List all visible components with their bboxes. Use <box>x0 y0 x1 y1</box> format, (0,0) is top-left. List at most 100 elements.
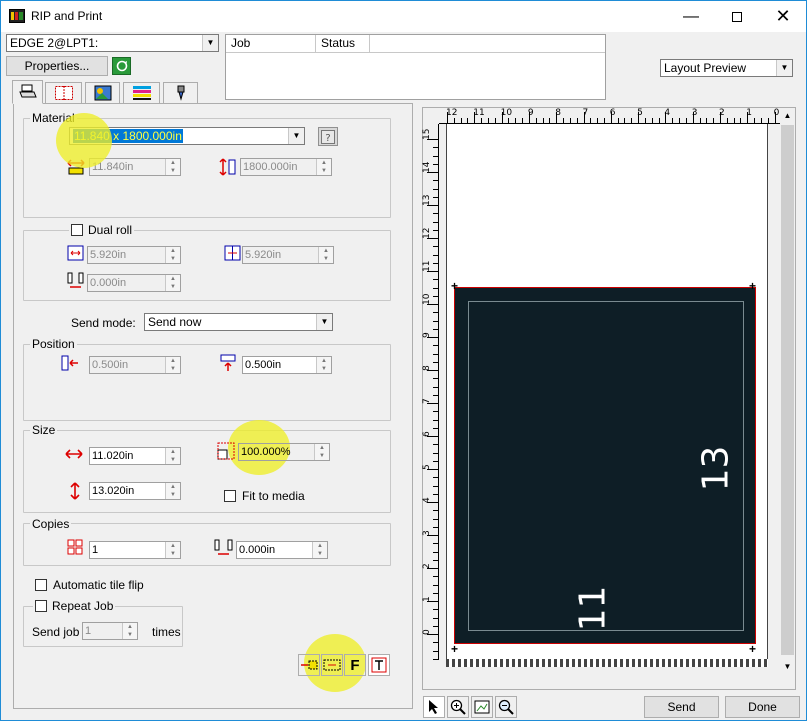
size-scale-field[interactable]: 100.000% ▲ ▼ <box>238 443 330 461</box>
tab-layout[interactable] <box>45 82 82 103</box>
spinner-arrows[interactable]: ▲ ▼ <box>165 483 180 499</box>
send-mode-value: Send now <box>148 315 202 329</box>
tab-printer[interactable] <box>12 80 43 104</box>
size-height-field[interactable]: 13.020in ▲ ▼ <box>89 482 181 500</box>
repeat-job-checkbox[interactable] <box>35 600 47 612</box>
scale-icon <box>217 442 235 460</box>
copies-count-field[interactable]: 1 ▲ ▼ <box>89 541 181 559</box>
column-header-status[interactable]: Status <box>316 35 370 53</box>
size-width-value: 11.020in <box>92 450 134 462</box>
ruler-tick-mark <box>433 312 438 314</box>
scroll-up-arrow-icon[interactable]: ▲ <box>780 108 795 123</box>
material-help-button[interactable]: ? <box>318 127 338 146</box>
copies-label: Copies <box>30 517 72 531</box>
font-button[interactable]: F <box>344 654 366 676</box>
ruler-tick-mark <box>433 229 438 231</box>
column-header-job[interactable]: Job <box>226 35 316 53</box>
device-status-button[interactable] <box>112 57 131 75</box>
center-media-icon <box>323 659 341 671</box>
ruler-tick-mark <box>665 112 667 123</box>
roll-right-value: 5.920in <box>245 249 282 261</box>
scroll-thumb[interactable] <box>781 125 794 655</box>
position-y-field[interactable]: 0.500in ▲ ▼ <box>242 356 332 374</box>
roll-gap-field[interactable]: 0.000in ▲ ▼ <box>87 274 181 292</box>
ruler-tick-mark <box>427 238 438 239</box>
align-center-button[interactable] <box>321 654 343 676</box>
align-left-button[interactable] <box>298 654 320 676</box>
job-queue-list[interactable]: Job Status <box>225 34 606 100</box>
preview-mode-select[interactable]: Layout Preview ▼ <box>660 59 793 77</box>
size-group <box>23 430 391 513</box>
fit-page-button[interactable] <box>471 696 493 718</box>
preview-mode-value: Layout Preview <box>664 61 747 75</box>
ruler-tick-mark <box>685 118 687 123</box>
spinner-arrows[interactable]: ▲ ▼ <box>122 623 137 639</box>
ruler-tick-mark <box>433 378 438 380</box>
svg-text:?: ? <box>325 133 330 144</box>
tab-cutter[interactable] <box>163 82 198 103</box>
close-button[interactable]: ✕ <box>760 1 806 32</box>
highlight-marker <box>56 113 112 168</box>
ruler-tick-mark <box>427 634 438 635</box>
repeat-count-field[interactable]: 1 ▲ ▼ <box>82 622 138 640</box>
ruler-tick-mark <box>433 510 438 512</box>
select-tool-button[interactable] <box>423 696 445 718</box>
position-label: Position <box>30 337 77 351</box>
ruler-tick-mark <box>542 118 544 123</box>
ruler-tick-mark <box>433 584 438 586</box>
properties-button[interactable]: Properties... <box>6 56 108 76</box>
roll-left-field[interactable]: 5.920in ▲ ▼ <box>87 246 181 264</box>
ruler-tick-mark <box>433 345 438 347</box>
ruler-tick-mark <box>760 118 762 123</box>
tab-image[interactable] <box>85 82 120 103</box>
ruler-tick-mark <box>692 112 694 123</box>
scroll-down-arrow-icon[interactable]: ▼ <box>780 659 795 674</box>
copies-spacing-field[interactable]: 0.000in ▲ ▼ <box>236 541 328 559</box>
spinner-arrows[interactable]: ▲ ▼ <box>165 448 180 464</box>
spinner-arrows[interactable]: ▲ ▼ <box>165 247 180 263</box>
ruler-tick-mark <box>433 180 438 182</box>
tab-color[interactable] <box>123 82 160 103</box>
chevron-down-icon: ▼ <box>316 314 332 330</box>
size-width-field[interactable]: 11.020in ▲ ▼ <box>89 447 181 465</box>
ruler-tick-mark <box>740 118 742 123</box>
job-preview[interactable]: 11 13 <box>454 287 756 644</box>
zoom-out-button[interactable] <box>495 696 517 718</box>
maximize-button[interactable] <box>714 1 760 32</box>
send-mode-select[interactable]: Send now ▼ <box>144 313 333 331</box>
spinner-arrows[interactable]: ▲ ▼ <box>165 542 180 558</box>
spinner-arrows[interactable]: ▲ ▼ <box>165 357 180 373</box>
auto-tile-flip-checkbox[interactable] <box>35 579 47 591</box>
printer-select[interactable]: EDGE 2@LPT1: ▼ <box>6 34 219 52</box>
done-button[interactable]: Done <box>725 696 800 718</box>
zoom-out-icon <box>498 699 514 715</box>
minimize-icon: — <box>683 7 699 25</box>
spinner-arrows[interactable]: ▲ ▼ <box>314 444 329 460</box>
dual-roll-checkbox[interactable] <box>71 224 83 236</box>
spinner-arrows[interactable]: ▲ ▼ <box>316 357 331 373</box>
position-x-field[interactable]: 0.500in ▲ ▼ <box>89 356 181 374</box>
vertical-scrollbar[interactable]: ▲ ▼ <box>780 108 795 674</box>
spinner-arrows[interactable]: ▲ ▼ <box>318 247 333 263</box>
minimize-button[interactable]: — <box>668 1 714 32</box>
ruler-tick-mark <box>433 460 438 462</box>
ruler-tick-mark <box>556 112 558 123</box>
spinner-arrows[interactable]: ▲ ▼ <box>312 542 327 558</box>
ruler-tick-mark <box>433 279 438 281</box>
send-button[interactable]: Send <box>644 696 719 718</box>
ruler-tick-mark <box>583 112 585 123</box>
zoom-in-button[interactable] <box>447 696 469 718</box>
spinner-arrows[interactable]: ▲ ▼ <box>165 275 180 291</box>
media-length-field[interactable]: 1800.000in ▲ ▼ <box>240 158 332 176</box>
text-frame-button[interactable] <box>368 654 390 676</box>
times-label: times <box>152 625 181 639</box>
ruler-tick-mark <box>467 118 469 123</box>
ruler-tick-mark <box>433 576 438 578</box>
spinner-arrows[interactable]: ▲ ▼ <box>316 159 331 175</box>
fit-to-media-checkbox[interactable] <box>224 490 236 502</box>
horizontal-scrollbar[interactable] <box>439 674 780 689</box>
roll-right-field[interactable]: 5.920in ▲ ▼ <box>242 246 334 264</box>
spinner-arrows[interactable]: ▲ ▼ <box>165 159 180 175</box>
ruler-tick-mark <box>720 112 721 123</box>
ruler-tick-mark <box>433 477 438 479</box>
